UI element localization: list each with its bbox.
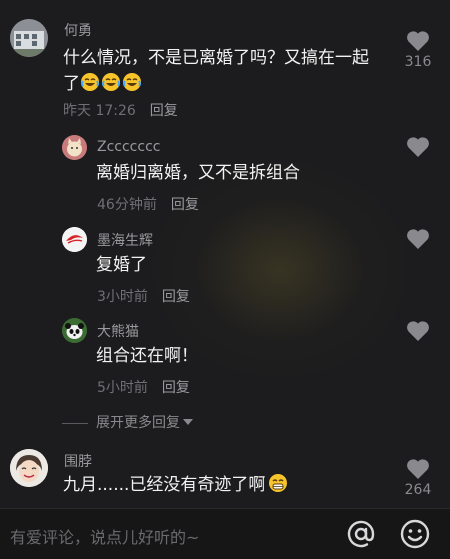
avatar[interactable] xyxy=(62,135,87,160)
like-button[interactable]: 264 xyxy=(401,458,435,498)
comment-input-bar: 有爱评论，说点儿好听的~ xyxy=(0,508,450,559)
comment-author[interactable]: 墨海生辉 xyxy=(97,230,153,250)
like-button[interactable] xyxy=(401,136,435,158)
expand-more-replies-button[interactable]: 展开更多回复 xyxy=(62,412,193,432)
like-count: 316 xyxy=(404,54,432,70)
comment-text: 复婚了 xyxy=(96,255,147,275)
comment-text: 什么情况，不是已离婚了吗？又搞在一起了 xyxy=(63,45,383,97)
comment-text-content: 九月......已经没有奇迹了啊 xyxy=(63,475,266,495)
like-button[interactable]: 316 xyxy=(401,30,435,70)
heart-icon xyxy=(407,229,429,249)
heart-icon xyxy=(407,459,429,479)
comment-author[interactable]: 何勇 xyxy=(64,20,92,40)
heart-icon xyxy=(407,31,429,51)
comment-author[interactable]: 围脖 xyxy=(64,451,92,471)
heart-icon xyxy=(407,137,429,157)
at-icon[interactable] xyxy=(345,518,377,550)
like-button[interactable] xyxy=(401,320,435,342)
reply-button[interactable]: 回复 xyxy=(171,197,199,213)
comment-text: 离婚归离婚，又不是拆组合 xyxy=(96,163,300,183)
heart-icon xyxy=(407,321,429,341)
comment-input[interactable]: 有爱评论，说点儿好听的~ xyxy=(10,524,199,548)
comment-time: 昨天 17:26 xyxy=(63,103,136,119)
reply-button[interactable]: 回复 xyxy=(162,380,190,396)
laugh-cry-emoji-icon xyxy=(101,72,121,92)
avatar[interactable] xyxy=(62,227,87,252)
comment-author[interactable]: Zccccccc xyxy=(97,139,160,155)
chevron-down-icon xyxy=(183,419,193,425)
like-count: 264 xyxy=(404,482,432,498)
comment-meta: 46分钟前 回复 xyxy=(97,194,199,214)
comment-time: 3小时前 xyxy=(97,289,148,305)
reply-button[interactable]: 回复 xyxy=(150,103,178,119)
avatar[interactable] xyxy=(62,318,87,343)
reply-button[interactable]: 回复 xyxy=(162,289,190,305)
grin-emoji-icon xyxy=(268,473,288,493)
smile-icon[interactable] xyxy=(399,518,431,550)
expand-more-label: 展开更多回复 xyxy=(96,415,180,431)
divider-line xyxy=(62,422,88,424)
avatar[interactable] xyxy=(10,449,48,487)
laugh-cry-emoji-icon xyxy=(80,72,100,92)
laugh-cry-emoji-icon xyxy=(122,72,142,92)
comment-text: 九月......已经没有奇迹了啊 xyxy=(63,472,383,498)
comment-meta: 昨天 17:26 回复 xyxy=(63,100,178,120)
comment-meta: 3小时前 回复 xyxy=(97,286,190,306)
comment-text: 组合还在啊！ xyxy=(96,346,198,366)
comment-author[interactable]: 大熊猫 xyxy=(97,321,139,341)
comment-meta: 5小时前 回复 xyxy=(97,377,190,397)
comment-time: 46分钟前 xyxy=(97,197,157,213)
comment-time: 5小时前 xyxy=(97,380,148,396)
avatar[interactable] xyxy=(10,19,48,57)
like-button[interactable] xyxy=(401,228,435,250)
